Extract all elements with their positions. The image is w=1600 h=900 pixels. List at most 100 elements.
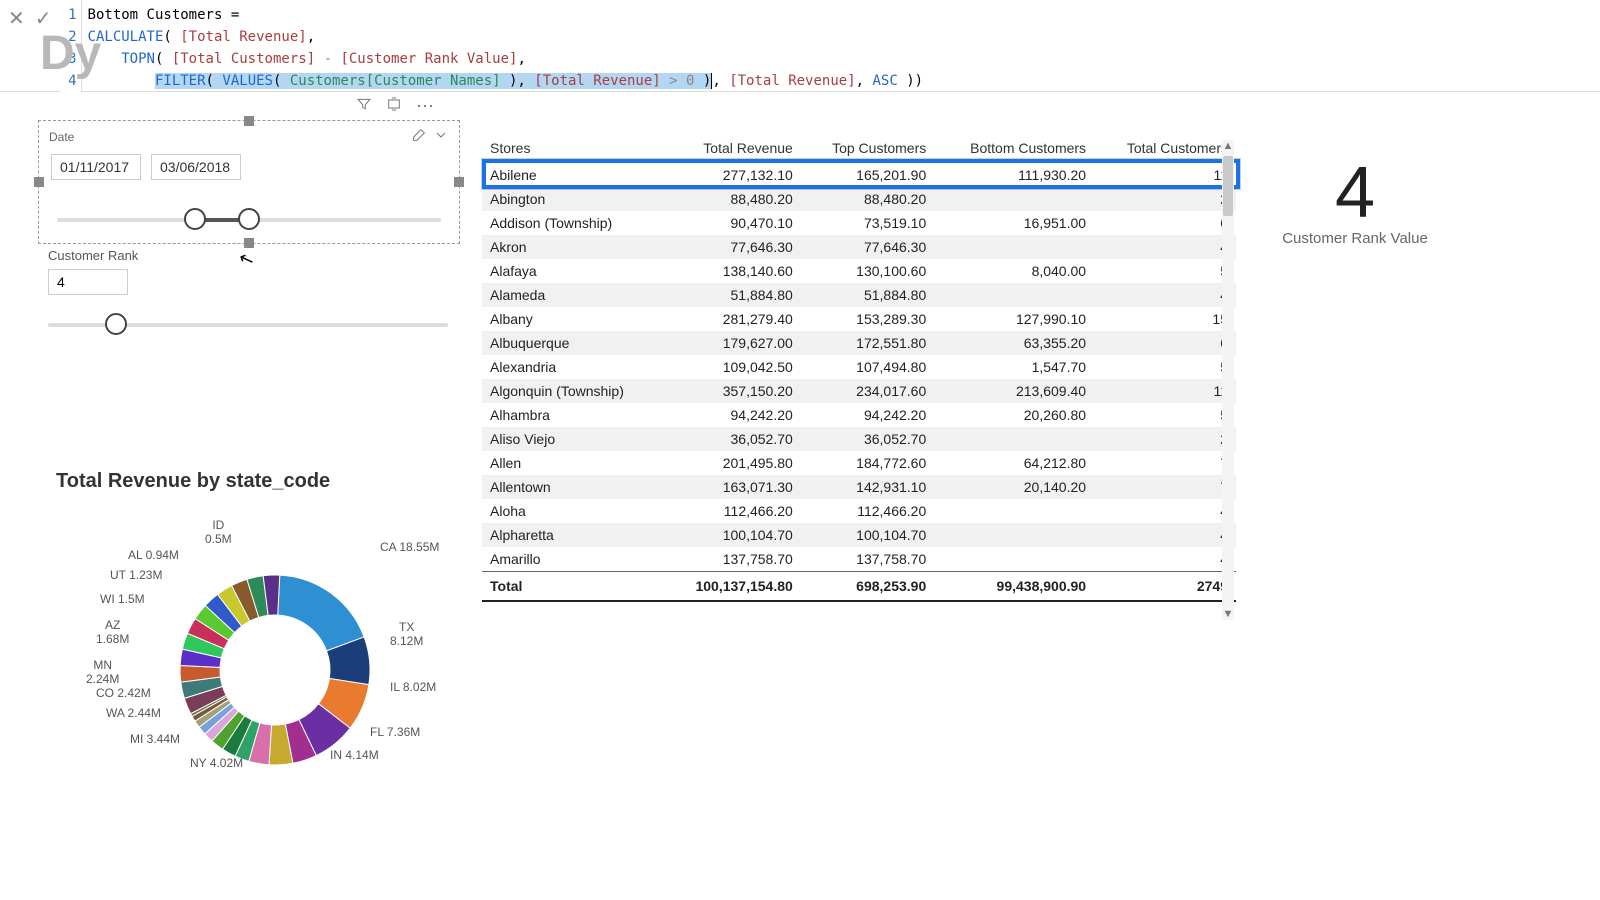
value-cell: 107,494.80 xyxy=(801,355,934,379)
table-scrollbar[interactable]: ▲ ▼ xyxy=(1222,140,1234,620)
value-cell: 20,260.80 xyxy=(934,403,1094,427)
table-row[interactable]: Alhambra94,242.2094,242.2020,260.805 xyxy=(482,403,1236,427)
value-cell xyxy=(934,187,1094,211)
store-cell: Albuquerque xyxy=(482,331,664,355)
value-cell: 165,201.90 xyxy=(801,163,934,188)
table-row[interactable]: Allen201,495.80184,772.6064,212.807 xyxy=(482,451,1236,475)
value-cell: 11 xyxy=(1094,379,1236,403)
value-cell: 94,242.20 xyxy=(664,403,801,427)
customer-rank-slicer[interactable]: Customer Rank xyxy=(48,248,448,337)
more-options-icon[interactable]: ⋯ xyxy=(416,96,434,117)
donut-label: AZ1.68M xyxy=(96,618,129,647)
donut-label: CO 2.42M xyxy=(96,686,151,700)
watermark-text: Dy xyxy=(40,26,101,81)
table-row[interactable]: Albuquerque179,627.00172,551.8063,355.20… xyxy=(482,331,1236,355)
value-cell: 201,495.80 xyxy=(664,451,801,475)
filter-icon[interactable] xyxy=(356,96,372,117)
value-cell: 5 xyxy=(1094,403,1236,427)
value-cell: 77,646.30 xyxy=(801,235,934,259)
rank-slider[interactable] xyxy=(48,313,448,337)
value-cell: 109,042.50 xyxy=(664,355,801,379)
report-canvas: ⋯ Date 01/11/2017 03/06/2018 xyxy=(0,92,1600,900)
donut-slice[interactable] xyxy=(278,575,364,651)
scroll-down-icon[interactable]: ▼ xyxy=(1222,608,1234,620)
value-cell: 277,132.10 xyxy=(664,163,801,188)
scroll-up-icon[interactable]: ▲ xyxy=(1222,140,1234,152)
date-end-input[interactable]: 03/06/2018 xyxy=(151,154,241,180)
store-cell: Abilene xyxy=(482,163,664,188)
column-header[interactable]: Bottom Customers xyxy=(934,134,1094,163)
table-row[interactable]: Alexandria109,042.50107,494.801,547.705 xyxy=(482,355,1236,379)
customer-rank-card[interactable]: 4 Customer Rank Value xyxy=(1260,152,1450,247)
donut-label: CA 18.55M xyxy=(380,540,439,554)
table-row[interactable]: Albany281,279.40153,289.30127,990.1015 xyxy=(482,307,1236,331)
slider-thumb[interactable] xyxy=(105,313,127,335)
eraser-icon[interactable] xyxy=(411,127,427,146)
value-cell: 15 xyxy=(1094,307,1236,331)
value-cell: 73,519.10 xyxy=(801,211,934,235)
value-cell: 5 xyxy=(1094,259,1236,283)
table-row[interactable]: Alameda51,884.8051,884.804 xyxy=(482,283,1236,307)
column-header[interactable]: Stores xyxy=(482,134,664,163)
date-range-slider[interactable] xyxy=(57,208,441,232)
value-cell: 63,355.20 xyxy=(934,331,1094,355)
donut-label: ID0.5M xyxy=(205,518,232,547)
value-cell: 64,212.80 xyxy=(934,451,1094,475)
table-row[interactable]: Amarillo137,758.70137,758.704 xyxy=(482,547,1236,572)
focus-mode-icon[interactable] xyxy=(386,96,402,117)
scroll-thumb[interactable] xyxy=(1223,156,1233,216)
value-cell: 179,627.00 xyxy=(664,331,801,355)
value-cell xyxy=(934,523,1094,547)
value-cell: 112,466.20 xyxy=(664,499,801,523)
total-label: Total xyxy=(482,572,664,601)
value-cell: 51,884.80 xyxy=(664,283,801,307)
customer-rank-input[interactable] xyxy=(48,269,128,295)
slider-thumb-end[interactable] xyxy=(238,208,260,230)
date-slicer-visual[interactable]: Date 01/11/2017 03/06/2018 ↖ xyxy=(38,120,460,244)
resize-handle-right[interactable] xyxy=(454,177,464,187)
table-row[interactable]: Aliso Viejo36,052.7036,052.702 xyxy=(482,427,1236,451)
value-cell: 4 xyxy=(1094,523,1236,547)
value-cell: 213,609.40 xyxy=(934,379,1094,403)
table-row[interactable]: Abington88,480.2088,480.202 xyxy=(482,187,1236,211)
value-cell: 90,470.10 xyxy=(664,211,801,235)
value-cell: 1,547.70 xyxy=(934,355,1094,379)
chevron-down-icon[interactable] xyxy=(433,127,449,146)
column-header[interactable]: Total Customers xyxy=(1094,134,1236,163)
card-value: 4 xyxy=(1260,152,1450,234)
slider-thumb-start[interactable] xyxy=(184,208,206,230)
value-cell xyxy=(934,427,1094,451)
value-cell: 7 xyxy=(1094,451,1236,475)
resize-handle-top[interactable] xyxy=(244,116,254,126)
value-cell: 7 xyxy=(1094,475,1236,499)
value-cell: 2 xyxy=(1094,427,1236,451)
table-row[interactable]: Addison (Township)90,470.1073,519.1016,9… xyxy=(482,211,1236,235)
table-row[interactable]: Algonquin (Township)357,150.20234,017.60… xyxy=(482,379,1236,403)
donut-label: WA 2.44M xyxy=(106,706,161,720)
table-row[interactable]: Abilene277,132.10165,201.90111,930.2011 xyxy=(482,163,1236,188)
table-row[interactable]: Akron77,646.3077,646.304 xyxy=(482,235,1236,259)
value-cell: 36,052.70 xyxy=(664,427,801,451)
table-row[interactable]: Aloha112,466.20112,466.204 xyxy=(482,499,1236,523)
table-row[interactable]: Alafaya138,140.60130,100.608,040.005 xyxy=(482,259,1236,283)
resize-handle-left[interactable] xyxy=(34,177,44,187)
value-cell: 142,931.10 xyxy=(801,475,934,499)
cancel-formula-button[interactable]: ✕ xyxy=(8,6,25,31)
stores-table-visual[interactable]: StoresTotal RevenueTop CustomersBottom C… xyxy=(482,134,1236,602)
value-cell: 51,884.80 xyxy=(801,283,934,307)
donut-label: TX8.12M xyxy=(390,620,423,649)
store-cell: Abington xyxy=(482,187,664,211)
store-cell: Addison (Township) xyxy=(482,211,664,235)
column-header[interactable]: Top Customers xyxy=(801,134,934,163)
table-row[interactable]: Allentown163,071.30142,931.1020,140.207 xyxy=(482,475,1236,499)
value-cell: 138,140.60 xyxy=(664,259,801,283)
store-cell: Alexandria xyxy=(482,355,664,379)
date-start-input[interactable]: 01/11/2017 xyxy=(51,154,141,180)
column-header[interactable]: Total Revenue xyxy=(664,134,801,163)
table-row[interactable]: Alpharetta100,104.70100,104.704 xyxy=(482,523,1236,547)
store-cell: Amarillo xyxy=(482,547,664,572)
donut-label: FL 7.36M xyxy=(370,725,420,739)
formula-editor[interactable]: Bottom Customers = CALCULATE( [Total Rev… xyxy=(82,0,1600,96)
donut-label: IL 8.02M xyxy=(390,680,436,694)
donut-chart[interactable]: CA 18.55MTX8.12MIL 8.02MFL 7.36MIN 4.14M… xyxy=(80,500,470,850)
